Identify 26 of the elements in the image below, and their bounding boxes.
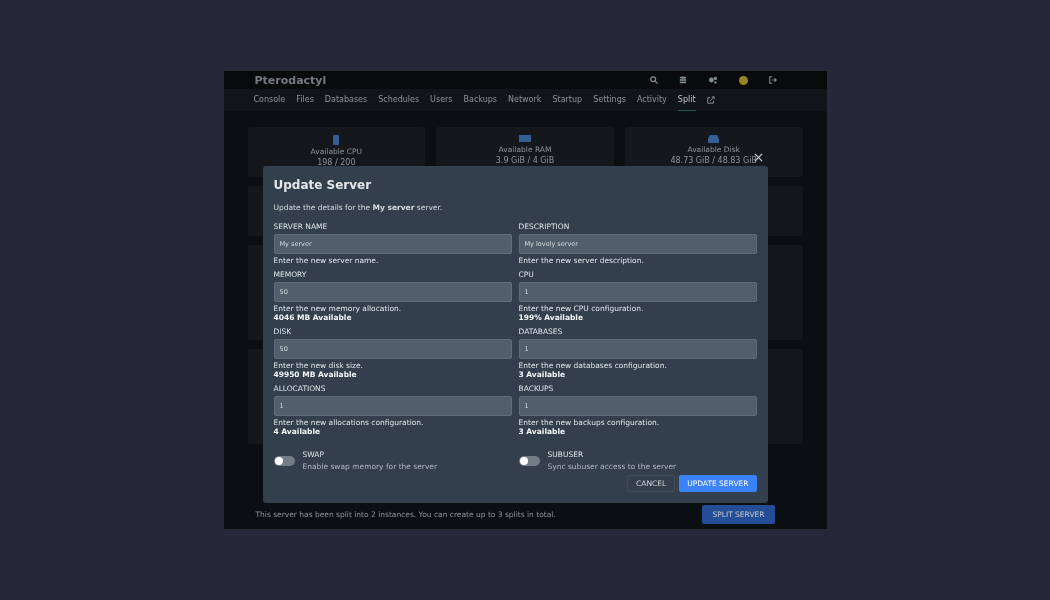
nav-tab[interactable]: Backups — [463, 89, 497, 111]
nav-tab[interactable]: Settings — [593, 89, 626, 111]
avatar-circle[interactable] — [738, 75, 748, 85]
layers-icon[interactable] — [678, 76, 687, 84]
stat-value: 48.73 GiB / 48.83 GiB — [670, 156, 757, 165]
brand-title: Pterodactyl — [254, 73, 327, 87]
nav-tab[interactable]: Network — [508, 89, 542, 111]
nav-tab[interactable]: Schedules — [378, 89, 420, 111]
nav-tab[interactable]: Activity — [636, 89, 667, 111]
chip-icon — [332, 135, 341, 145]
nav-tab[interactable]: Startup — [552, 89, 583, 111]
sign-out-icon[interactable] — [768, 76, 777, 84]
stat-value: 198 / 200 — [317, 158, 356, 167]
nav-tab[interactable]: Split — [677, 89, 696, 111]
memory-icon — [519, 135, 531, 143]
settings-icon[interactable] — [707, 76, 718, 84]
stat-value: 3.9 GiB / 4 GiB — [495, 156, 555, 165]
nav-tab[interactable]: Files — [296, 89, 314, 111]
dialog-title: Update Server — [273, 178, 373, 192]
toggle-switch[interactable] — [273, 455, 295, 466]
search-icon[interactable] — [649, 76, 658, 84]
nav-tab[interactable]: Users — [430, 89, 453, 111]
nav-tab[interactable]: Databases — [324, 89, 368, 111]
external-link-icon[interactable] — [706, 96, 715, 104]
toggle-switch[interactable] — [518, 455, 540, 466]
nav-tab[interactable]: Console — [253, 89, 286, 111]
